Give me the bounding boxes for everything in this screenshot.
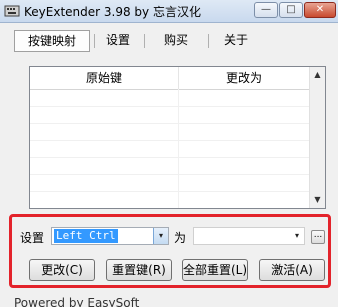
tab-separator	[94, 34, 95, 48]
maximize-button[interactable]: □	[279, 2, 303, 18]
keyboard-app-icon	[4, 5, 20, 17]
column-original-key[interactable]: 原始键	[30, 67, 179, 89]
tab-separator	[144, 34, 145, 48]
minimize-button[interactable]: —	[254, 2, 278, 18]
key-mapping-table[interactable]: 原始键 更改为 ▲ ▼	[29, 66, 326, 209]
scroll-up-icon[interactable]: ▲	[310, 67, 325, 83]
tab-separator	[208, 34, 209, 48]
close-button[interactable]: ✕	[304, 2, 336, 18]
reset-key-button[interactable]: 重置键(R)	[106, 259, 172, 281]
settings-label: 设置	[20, 231, 45, 245]
activate-button[interactable]: 激活(A)	[259, 259, 325, 281]
column-change-to[interactable]: 更改为	[179, 67, 309, 89]
source-key-combo[interactable]: Left Ctrl ▾	[51, 227, 169, 245]
title-bar[interactable]: KeyExtender 3.98 by 忘言汉化 — □ ✕	[0, 0, 338, 23]
chevron-down-icon[interactable]: ▾	[290, 228, 304, 244]
scroll-down-icon[interactable]: ▼	[310, 192, 325, 208]
grid-line	[30, 106, 309, 107]
to-label: 为	[174, 231, 187, 245]
chevron-down-icon[interactable]: ▾	[153, 228, 168, 244]
table-header: 原始键 更改为	[30, 67, 309, 90]
grid-line	[30, 174, 309, 175]
tab-settings[interactable]: 设置	[100, 30, 136, 52]
grid-line	[30, 123, 309, 124]
tab-buy[interactable]: 购买	[158, 30, 194, 52]
browse-button[interactable]: ...	[311, 230, 325, 244]
source-key-value: Left Ctrl	[54, 229, 118, 243]
tab-about[interactable]: 关于	[218, 30, 254, 52]
reset-all-button[interactable]: 全部重置(L)	[182, 259, 248, 281]
target-key-combo[interactable]: ▾	[193, 227, 305, 245]
status-text: Powered by EasySoft	[14, 296, 140, 307]
window-title: KeyExtender 3.98 by 忘言汉化	[24, 5, 201, 19]
app-window: KeyExtender 3.98 by 忘言汉化 — □ ✕ 按键映射 设置 购…	[0, 0, 338, 307]
tab-key-mapping[interactable]: 按键映射	[14, 30, 90, 52]
change-button[interactable]: 更改(C)	[29, 259, 95, 281]
grid-line	[30, 157, 309, 158]
grid-line	[30, 191, 309, 192]
table-scrollbar[interactable]: ▲ ▼	[309, 67, 325, 208]
grid-line	[30, 140, 309, 141]
